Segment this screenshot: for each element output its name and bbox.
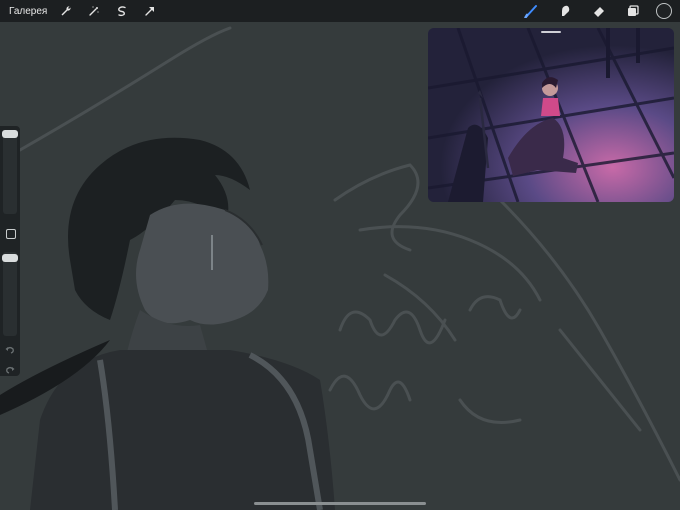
layers-button[interactable] [622, 0, 644, 22]
top-toolbar: Галерея [0, 0, 680, 22]
wrench-icon [61, 6, 71, 16]
magic-wand-icon [89, 6, 99, 16]
smudge-tool-button[interactable] [554, 0, 576, 22]
selection-icon [118, 6, 127, 17]
transform-button[interactable] [141, 2, 159, 20]
home-indicator[interactable] [254, 502, 426, 505]
reference-image [428, 28, 674, 202]
eraser-tool-button[interactable] [588, 0, 610, 22]
redo-icon[interactable] [4, 364, 16, 376]
left-sidebar [0, 126, 20, 376]
brush-size-thumb[interactable] [2, 130, 18, 138]
brush-icon [524, 5, 537, 18]
undo-icon[interactable] [4, 344, 16, 356]
eraser-icon [594, 7, 604, 17]
reference-drag-handle[interactable] [541, 31, 561, 33]
actions-button[interactable] [57, 2, 75, 20]
gallery-button[interactable]: Галерея [9, 6, 47, 17]
coat-shape [30, 350, 335, 510]
brush-size-slider[interactable] [2, 130, 18, 214]
modify-button[interactable] [6, 229, 16, 239]
transform-arrow-icon [145, 7, 155, 16]
color-picker-button[interactable] [656, 3, 672, 19]
reference-panel[interactable] [428, 28, 674, 202]
smudge-icon [562, 5, 570, 16]
layers-icon [628, 5, 639, 16]
opacity-thumb[interactable] [2, 254, 18, 262]
selection-button[interactable] [113, 2, 131, 20]
opacity-slider[interactable] [2, 252, 18, 336]
face-shape [136, 203, 269, 325]
adjustments-button[interactable] [85, 2, 103, 20]
brush-tool-button[interactable] [520, 0, 542, 22]
right-tool-group [508, 0, 680, 22]
